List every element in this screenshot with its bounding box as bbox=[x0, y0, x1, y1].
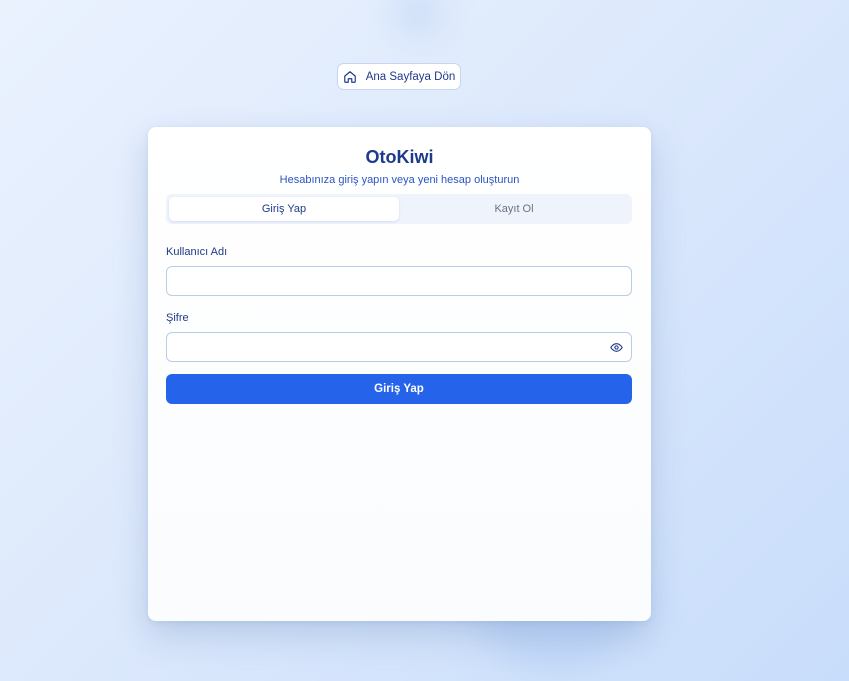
auth-card: OtoKiwi Hesabınıza giriş yapın veya yeni… bbox=[148, 127, 651, 621]
brand-subtitle: Hesabınıza giriş yapın veya yeni hesap o… bbox=[279, 174, 520, 186]
username-input[interactable] bbox=[166, 266, 632, 296]
tab-login[interactable]: Giriş Yap bbox=[169, 197, 399, 221]
background-glow-top bbox=[398, 0, 438, 32]
brand-title: OtoKiwi bbox=[365, 147, 434, 167]
home-icon bbox=[343, 70, 357, 84]
tab-register[interactable]: Kayıt Ol bbox=[399, 197, 629, 221]
login-submit-button[interactable]: Giriş Yap bbox=[166, 374, 632, 404]
password-input[interactable] bbox=[166, 332, 632, 362]
back-to-home-label: Ana Sayfaya Dön bbox=[365, 70, 456, 83]
password-label: Şifre bbox=[166, 312, 189, 324]
username-label: Kullanıcı Adı bbox=[166, 246, 228, 258]
eye-icon[interactable] bbox=[609, 340, 623, 354]
back-to-home-button[interactable]: Ana Sayfaya Dön bbox=[337, 63, 461, 90]
auth-tabs: Giriş Yap Kayıt Ol bbox=[166, 194, 632, 224]
